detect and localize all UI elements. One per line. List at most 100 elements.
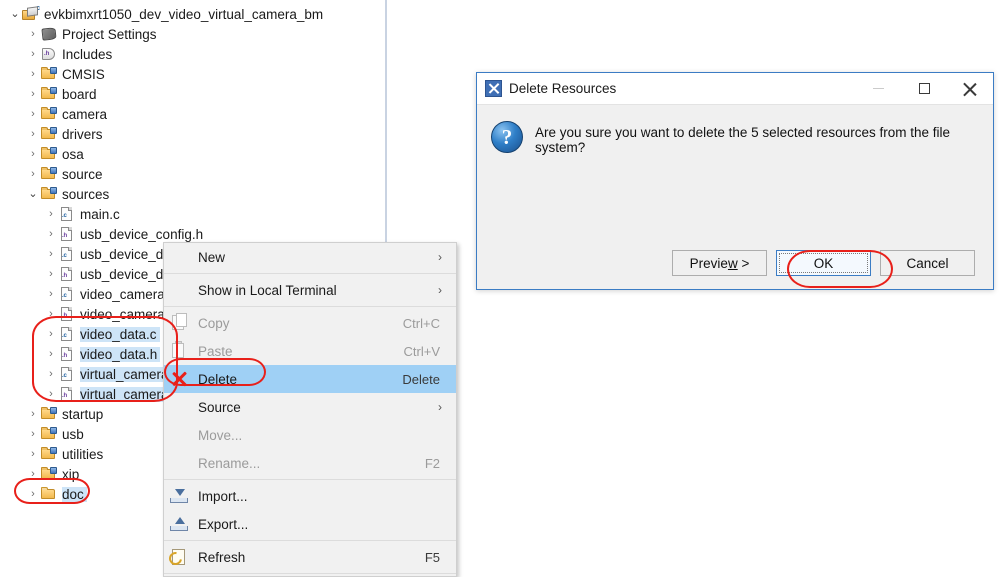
tree-item[interactable]: › .c video_camera.c bbox=[0, 284, 178, 304]
chevron-right-icon[interactable]: › bbox=[26, 428, 40, 440]
ok-button-label: OK bbox=[813, 255, 834, 271]
menu-item-label: Paste bbox=[198, 343, 233, 359]
tree-item[interactable]: › source bbox=[0, 164, 106, 184]
tree-item[interactable]: ⌄ sources bbox=[0, 184, 112, 204]
submenu-arrow-icon: › bbox=[438, 400, 442, 414]
tree-item[interactable]: › xip bbox=[0, 464, 82, 484]
tree-item[interactable]: › .h video_data.h bbox=[0, 344, 161, 364]
tree-item-label: drivers bbox=[62, 126, 103, 142]
chevron-right-icon[interactable]: › bbox=[26, 468, 40, 480]
submenu-arrow-icon: › bbox=[438, 250, 442, 264]
menu-item[interactable]: New › bbox=[164, 243, 456, 271]
tree-item[interactable]: › .h Includes bbox=[0, 44, 115, 64]
tree-item[interactable]: › Project Settings bbox=[0, 24, 160, 44]
chevron-right-icon[interactable]: › bbox=[44, 368, 58, 380]
menu-item[interactable]: Refresh F5 bbox=[164, 543, 456, 571]
menu-item-no-icon bbox=[164, 280, 198, 300]
menu-item-shortcut: F5 bbox=[424, 549, 440, 565]
menu-item[interactable]: Show in Local Terminal › bbox=[164, 276, 456, 304]
minimize-icon[interactable] bbox=[855, 73, 901, 104]
chevron-right-icon[interactable]: › bbox=[26, 128, 40, 140]
tree-item[interactable]: › board bbox=[0, 84, 100, 104]
tree-item[interactable]: › .h usb_device_desc bbox=[0, 264, 187, 284]
chevron-right-icon[interactable]: › bbox=[44, 348, 58, 360]
chevron-right-icon[interactable]: › bbox=[44, 248, 58, 260]
menu-item[interactable]: Export... bbox=[164, 510, 456, 538]
close-icon[interactable] bbox=[947, 73, 993, 104]
preview-button[interactable]: Preview > bbox=[672, 250, 767, 276]
h-file-icon: .h bbox=[58, 346, 77, 362]
tree-item[interactable]: › usb bbox=[0, 424, 87, 444]
tree-item-label: startup bbox=[62, 406, 104, 422]
cancel-button[interactable]: Cancel bbox=[880, 250, 975, 276]
menu-item-no-icon bbox=[164, 425, 198, 445]
delete-resources-dialog[interactable]: Delete Resources ? Are you sure you want… bbox=[476, 72, 994, 290]
tree-item-label: main.c bbox=[80, 206, 120, 222]
tree-item[interactable]: › .c virtual_camera.c bbox=[0, 364, 183, 384]
tree-item[interactable]: › .h usb_device_config.h bbox=[0, 224, 206, 244]
chevron-down-icon[interactable]: ⌄ bbox=[26, 188, 40, 200]
source-folder-icon bbox=[40, 66, 59, 82]
tree-item-label: Includes bbox=[62, 46, 113, 62]
tree-item-label: sources bbox=[62, 186, 110, 202]
chevron-right-icon[interactable]: › bbox=[26, 448, 40, 460]
preview-button-label: Preview > bbox=[689, 255, 750, 271]
source-folder-icon bbox=[40, 466, 59, 482]
source-folder-icon bbox=[40, 86, 59, 102]
tree-item[interactable]: › osa bbox=[0, 144, 87, 164]
tree-item[interactable]: ⌄ c evkbimxrt1050_dev_video_virtual_camera… bbox=[0, 4, 326, 24]
tree-item[interactable]: › drivers bbox=[0, 124, 106, 144]
tree-item[interactable]: › .h virtual_camera.h bbox=[0, 384, 183, 404]
chevron-right-icon[interactable]: › bbox=[26, 148, 40, 160]
context-menu[interactable]: New › Show in Local Terminal › Copy Ctrl+C Pas… bbox=[163, 242, 457, 577]
dialog-message: Are you sure you want to delete the 5 se… bbox=[535, 125, 950, 155]
tree-item-label: board bbox=[62, 86, 97, 102]
chevron-right-icon[interactable]: › bbox=[26, 88, 40, 100]
chevron-right-icon[interactable]: › bbox=[44, 388, 58, 400]
tree-item[interactable]: › CMSIS bbox=[0, 64, 108, 84]
menu-item: Move... bbox=[164, 421, 456, 449]
chevron-right-icon[interactable]: › bbox=[26, 488, 40, 500]
chevron-right-icon[interactable]: › bbox=[26, 68, 40, 80]
source-folder-icon bbox=[40, 166, 59, 182]
tree-item-label: CMSIS bbox=[62, 66, 105, 82]
tree-item[interactable]: › .c usb_device_desc bbox=[0, 244, 187, 264]
menu-item-label: Show in Local Terminal bbox=[198, 282, 337, 298]
chevron-right-icon[interactable]: › bbox=[26, 168, 40, 180]
copy-icon bbox=[164, 313, 198, 333]
tree-item[interactable]: › .h video_camera.h bbox=[0, 304, 179, 324]
menu-separator bbox=[164, 273, 456, 274]
tree-item[interactable]: › startup bbox=[0, 404, 106, 424]
menu-item-shortcut: F2 bbox=[424, 455, 440, 471]
chevron-right-icon[interactable]: › bbox=[44, 288, 58, 300]
chevron-right-icon[interactable]: › bbox=[44, 228, 58, 240]
menu-item-no-icon bbox=[164, 247, 198, 267]
dialog-button-bar: Preview > OK Cancel bbox=[477, 250, 993, 276]
tree-item[interactable]: › camera bbox=[0, 104, 110, 124]
menu-separator bbox=[164, 540, 456, 541]
chevron-right-icon[interactable]: › bbox=[44, 308, 58, 320]
tree-item-label: camera bbox=[62, 106, 108, 122]
export-icon bbox=[164, 514, 198, 534]
menu-item[interactable]: Import... bbox=[164, 482, 456, 510]
chevron-right-icon[interactable]: › bbox=[26, 408, 40, 420]
dialog-title: Delete Resources bbox=[509, 81, 617, 96]
menu-item[interactable]: Source › bbox=[164, 393, 456, 421]
chevron-down-icon[interactable]: ⌄ bbox=[8, 8, 22, 20]
menu-item[interactable]: Delete Delete bbox=[164, 365, 456, 393]
tree-item[interactable]: › .c main.c bbox=[0, 204, 123, 224]
chevron-right-icon[interactable]: › bbox=[44, 328, 58, 340]
tree-item[interactable]: › utilities bbox=[0, 444, 106, 464]
source-folder-icon bbox=[40, 406, 59, 422]
chevron-right-icon[interactable]: › bbox=[44, 268, 58, 280]
chevron-right-icon[interactable]: › bbox=[44, 208, 58, 220]
tree-item[interactable]: › doc bbox=[0, 484, 87, 504]
ok-button[interactable]: OK bbox=[776, 250, 871, 276]
maximize-icon[interactable] bbox=[901, 73, 947, 104]
h-file-icon: .h bbox=[58, 226, 77, 242]
chevron-right-icon[interactable]: › bbox=[26, 28, 40, 40]
chevron-right-icon[interactable]: › bbox=[26, 48, 40, 60]
chevron-right-icon[interactable]: › bbox=[26, 108, 40, 120]
tree-item[interactable]: › .c video_data.c bbox=[0, 324, 160, 344]
source-folder-icon bbox=[40, 126, 59, 142]
